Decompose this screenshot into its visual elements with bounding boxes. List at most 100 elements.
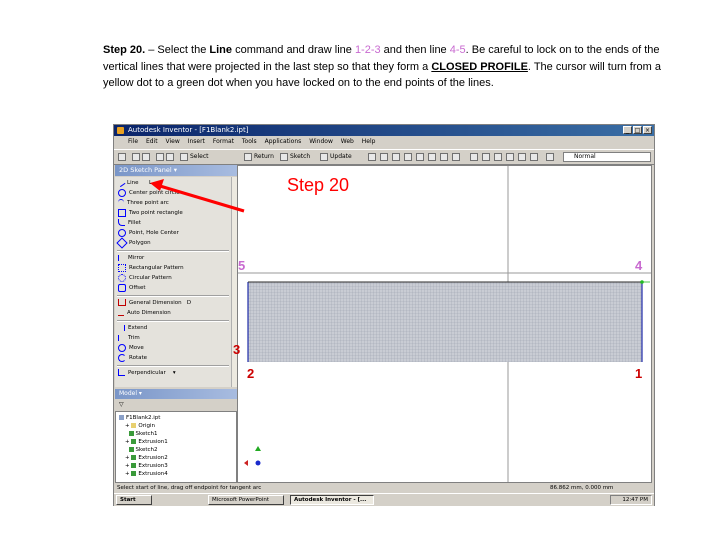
line-command[interactable]: Line L xyxy=(116,177,152,188)
tree-item-part[interactable]: F1Blank2.ipt xyxy=(119,414,160,422)
taskbar-inventor[interactable]: Autodesk Inventor - [... xyxy=(290,495,374,505)
circle-command[interactable]: Center point circle xyxy=(118,188,180,198)
trim-command[interactable]: Trim xyxy=(118,333,140,343)
circ-pattern-command[interactable]: Circular Pattern xyxy=(118,273,172,283)
look-at-icon[interactable] xyxy=(440,153,448,161)
rectangle-command[interactable]: Two point rectangle xyxy=(118,208,183,218)
instr-part-2: command and draw line xyxy=(232,44,355,56)
menu-insert[interactable]: Insert xyxy=(188,138,205,145)
update-button[interactable]: Update xyxy=(330,150,352,164)
title-bar: Autodesk Inventor - [F1Blank2.ipt] _ □ × xyxy=(114,125,654,136)
polygon-icon xyxy=(116,236,128,249)
sketch-button[interactable]: Sketch xyxy=(290,150,310,164)
sketch-icon[interactable] xyxy=(280,153,288,161)
return-button[interactable]: Return xyxy=(254,150,274,164)
menu-format[interactable]: Format xyxy=(213,138,234,145)
graphics-window[interactable] xyxy=(237,165,652,483)
sketch-canvas[interactable] xyxy=(238,166,651,482)
standard-toolbar: Select Return Sketch Update Normal xyxy=(114,149,654,165)
zoom-window-icon[interactable] xyxy=(380,153,388,161)
tree-item-extrusion2[interactable]: + Extrusion2 xyxy=(125,454,168,462)
menu-applications[interactable]: Applications xyxy=(265,138,302,145)
work-axis-icon[interactable] xyxy=(494,153,502,161)
panel-separator xyxy=(117,295,229,297)
dimension-shortcut: D xyxy=(186,300,192,306)
tree-label-extrusion3: Extrusion3 xyxy=(138,463,168,469)
tree-item-origin[interactable]: + Origin xyxy=(125,422,155,430)
zoom-selected-icon[interactable] xyxy=(416,153,424,161)
return-icon[interactable] xyxy=(244,153,252,161)
auto-dimension-command[interactable]: Auto Dimension xyxy=(118,308,171,318)
x-axis-indicator-icon xyxy=(244,460,248,466)
tree-item-extrusion3[interactable]: + Extrusion3 xyxy=(125,462,168,470)
fillet-icon xyxy=(118,219,125,226)
start-button[interactable]: Start xyxy=(116,495,152,505)
style-icon[interactable] xyxy=(546,153,554,161)
arc-icon xyxy=(118,199,124,206)
menu-file[interactable]: File xyxy=(128,138,138,145)
pan-icon[interactable] xyxy=(404,153,412,161)
work-point-icon[interactable] xyxy=(506,153,514,161)
line-ref-1-2-3: 1-2-3 xyxy=(354,44,381,56)
rect-pattern-command[interactable]: Rectangular Pattern xyxy=(118,263,184,273)
fillet-command[interactable]: Fillet xyxy=(118,218,141,228)
panel-bar: 2D Sketch Panel ▾ Line L Center point ci… xyxy=(115,165,237,483)
ucs-icon[interactable] xyxy=(518,153,526,161)
rotate-command[interactable]: Rotate xyxy=(118,353,147,363)
general-dimension-command[interactable]: General Dimension D xyxy=(118,298,191,308)
point-command[interactable]: Point, Hole Center xyxy=(118,228,179,238)
browser-header[interactable]: Model ▾ xyxy=(115,389,237,399)
panel-separator xyxy=(117,365,229,367)
instruction-text: Step 20. – Select the Line command and d… xyxy=(103,42,693,92)
instr-part-1: – Select the xyxy=(145,44,210,56)
zoom-all-icon[interactable] xyxy=(368,153,376,161)
menu-view[interactable]: View xyxy=(166,138,180,145)
tree-item-extrusion1[interactable]: + Extrusion1 xyxy=(125,438,168,446)
origin-marker-icon xyxy=(255,460,261,466)
offset-command[interactable]: Offset xyxy=(118,283,146,293)
menu-help[interactable]: Help xyxy=(362,138,376,145)
perpendicular-command[interactable]: Perpendicular ▾ xyxy=(118,368,176,378)
new-file-icon[interactable] xyxy=(118,153,126,161)
menu-window[interactable]: Window xyxy=(309,138,333,145)
line-style-value: Normal xyxy=(574,153,596,160)
measure-icon[interactable] xyxy=(530,153,538,161)
extend-command[interactable]: Extend xyxy=(118,323,147,333)
undo-icon[interactable] xyxy=(156,153,164,161)
window-title: Autodesk Inventor - [F1Blank2.ipt] xyxy=(128,126,249,134)
rotate-view-icon[interactable] xyxy=(428,153,436,161)
redo-icon[interactable] xyxy=(166,153,174,161)
color-icon[interactable] xyxy=(470,153,478,161)
tree-item-extrusion4[interactable]: + Extrusion4 xyxy=(125,470,168,478)
mirror-command[interactable]: Mirror xyxy=(118,253,144,263)
work-plane-icon[interactable] xyxy=(482,153,490,161)
save-icon[interactable] xyxy=(142,153,150,161)
shaded-display-icon[interactable] xyxy=(452,153,460,161)
taskbar-powerpoint[interactable]: Microsoft PowerPoint xyxy=(208,495,284,505)
browser-filter[interactable]: ▽ xyxy=(115,400,237,410)
move-command[interactable]: Move xyxy=(118,343,144,353)
menu-bar: File Edit View Insert Format Tools Appli… xyxy=(114,136,654,148)
menu-edit[interactable]: Edit xyxy=(146,138,158,145)
tree-item-sketch1[interactable]: Sketch1 xyxy=(125,430,158,438)
trim-icon xyxy=(118,334,125,341)
close-button[interactable]: × xyxy=(643,126,652,134)
tree-item-sketch2[interactable]: Sketch2 xyxy=(125,446,158,454)
select-button[interactable]: Select xyxy=(190,150,209,164)
zoom-icon[interactable] xyxy=(392,153,400,161)
polygon-command[interactable]: Polygon xyxy=(116,236,151,249)
sketch-panel-header[interactable]: 2D Sketch Panel ▾ xyxy=(115,165,237,176)
command-label-circle: Center point circle xyxy=(129,190,180,196)
command-label-perpendicular: Perpendicular xyxy=(128,370,166,376)
open-folder-icon[interactable] xyxy=(132,153,140,161)
menu-tools[interactable]: Tools xyxy=(242,138,257,145)
line-ref-4-5: 4-5 xyxy=(449,44,466,56)
line-style-select[interactable]: Normal xyxy=(563,152,651,162)
arc-command[interactable]: Three point arc xyxy=(118,198,169,208)
select-arrow-icon[interactable] xyxy=(180,153,188,161)
update-icon[interactable] xyxy=(320,153,328,161)
system-tray: 12:47 PM xyxy=(610,495,652,505)
menu-web[interactable]: Web xyxy=(341,138,354,145)
minimize-button[interactable]: _ xyxy=(623,126,632,134)
maximize-button[interactable]: □ xyxy=(633,126,642,134)
